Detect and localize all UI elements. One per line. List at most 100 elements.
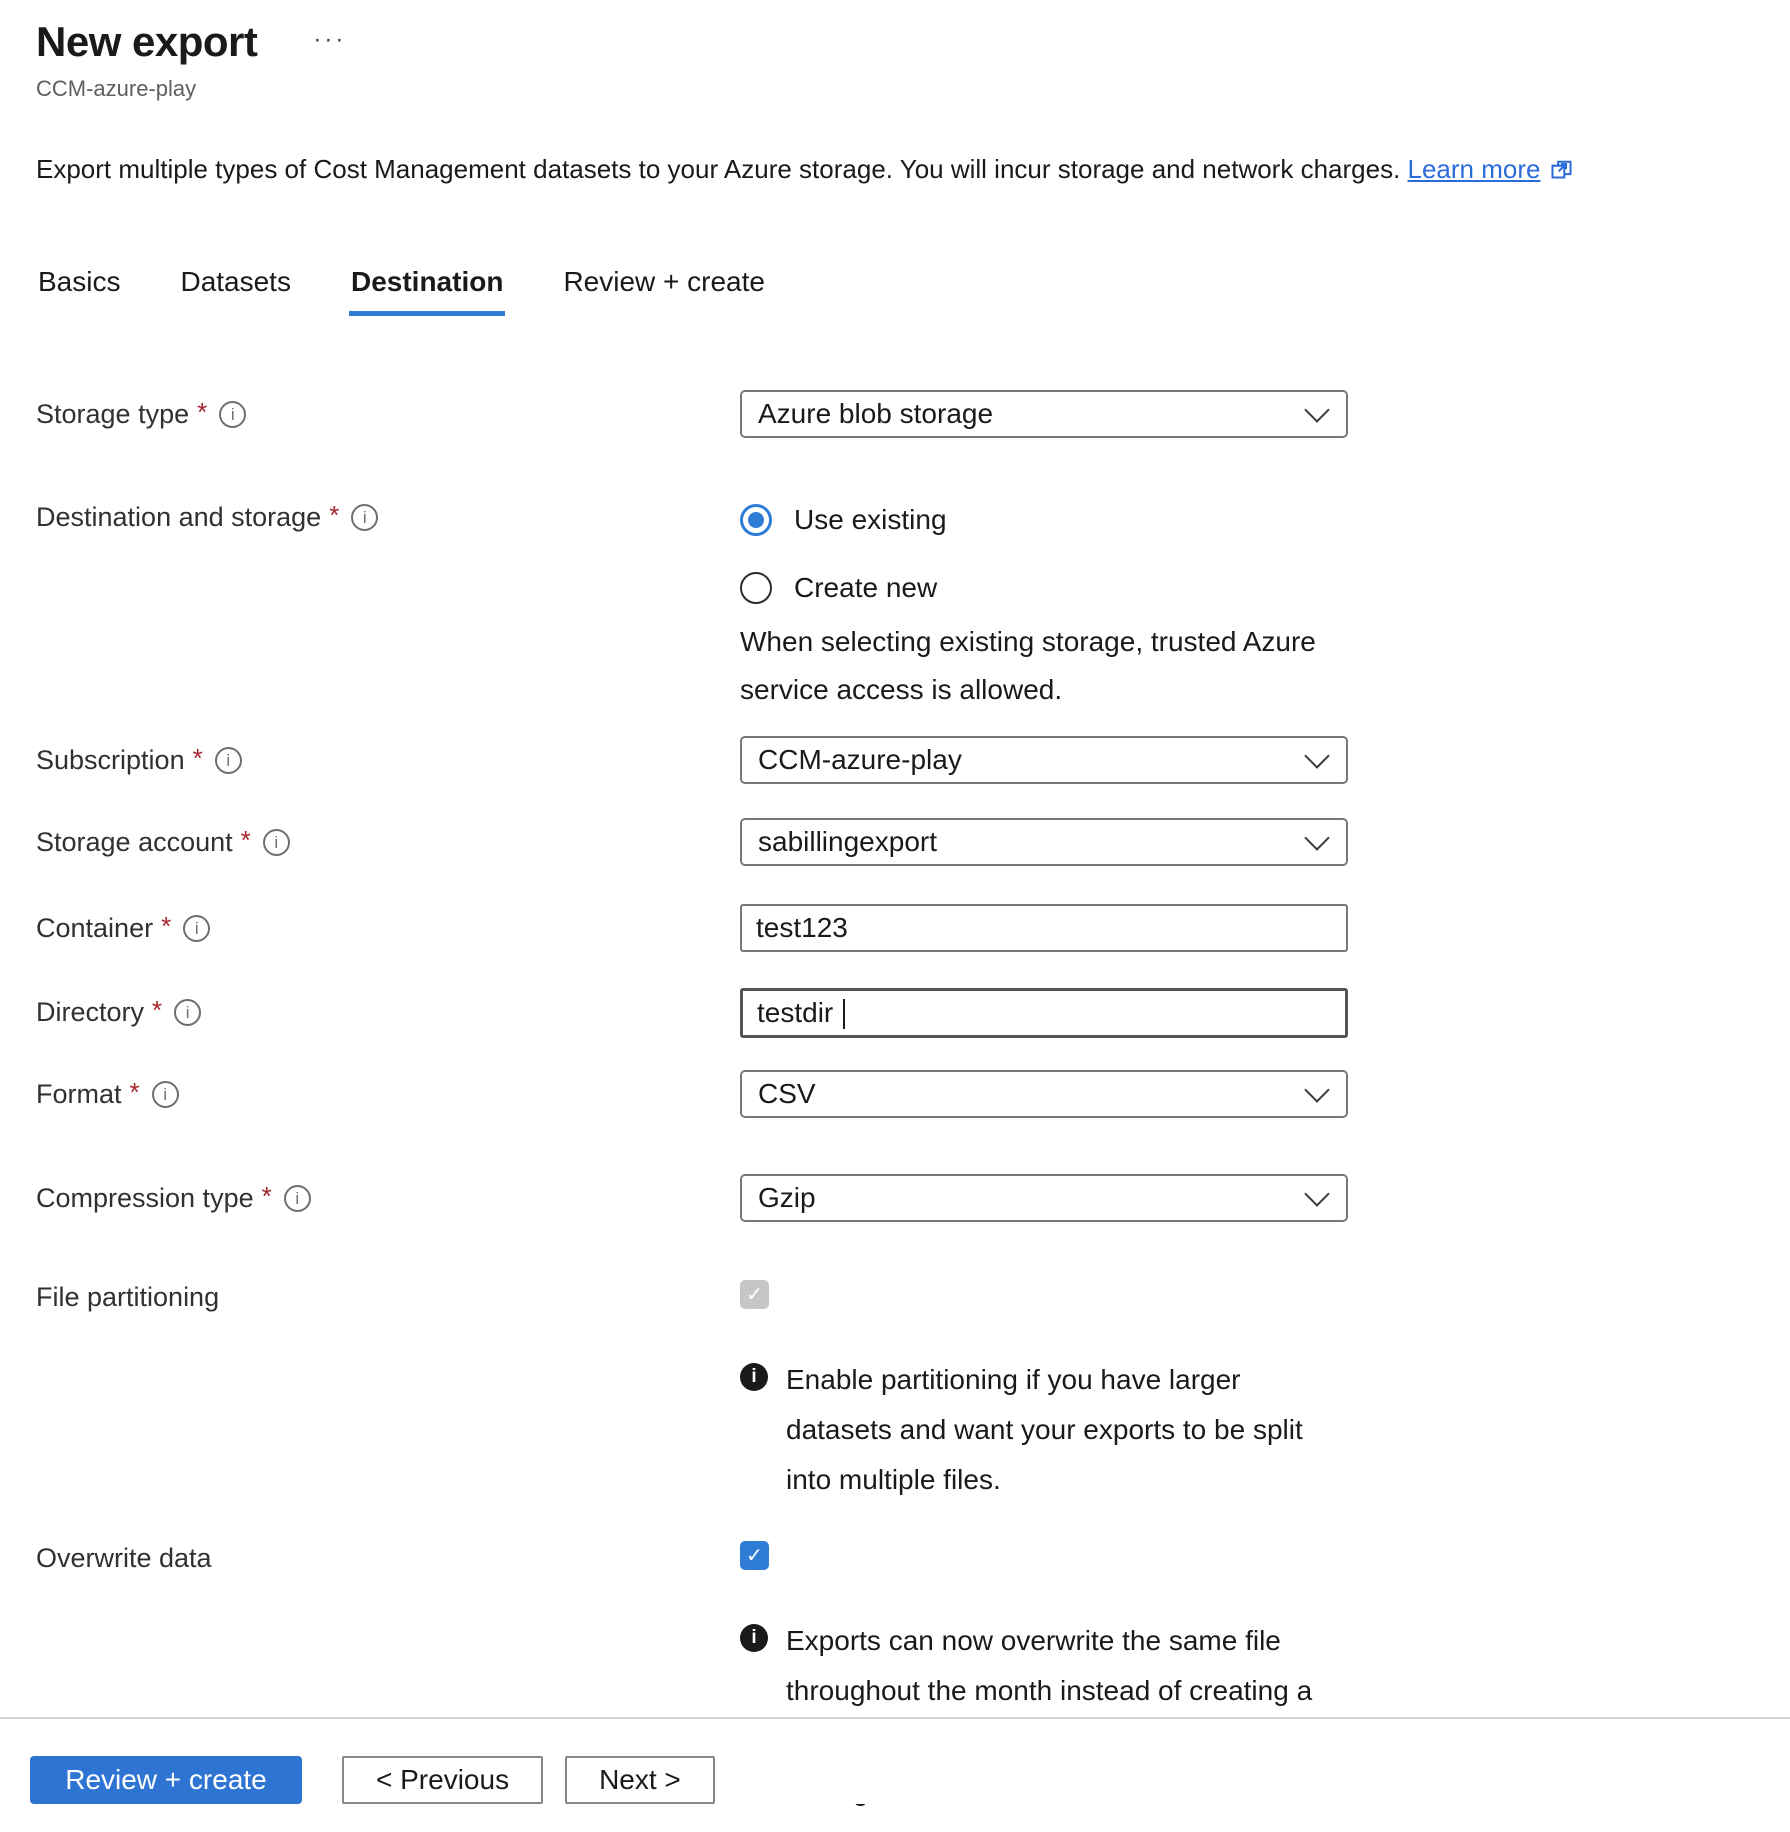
dropdown-value: sabillingexport <box>758 826 937 858</box>
description-text: Export multiple types of Cost Management… <box>36 154 1408 184</box>
field-label: Subscription <box>36 745 185 776</box>
radio-label: Create new <box>794 572 937 604</box>
ellipsis-icon: ··· <box>313 26 346 53</box>
chevron-down-icon <box>1304 397 1329 422</box>
destination-helper-text: When selecting existing storage, trusted… <box>740 618 1340 714</box>
info-glyph: i <box>231 405 235 425</box>
field-label: Storage account <box>36 827 233 858</box>
more-options-button[interactable]: ··· <box>309 22 350 58</box>
directory-label-group: Directory * i <box>36 988 740 1028</box>
compression-type-dropdown[interactable]: Gzip <box>740 1174 1348 1222</box>
external-link-icon <box>1548 155 1575 190</box>
info-icon[interactable]: i <box>263 829 290 856</box>
subscription-row: Subscription * i CCM-azure-play <box>36 736 1750 784</box>
storage-account-label-group: Storage account * i <box>36 818 740 858</box>
container-label-group: Container * i <box>36 904 740 944</box>
format-row: Format * i CSV <box>36 1070 1750 1118</box>
field-label: Container <box>36 913 153 944</box>
radio-label: Use existing <box>794 504 947 536</box>
review-create-button[interactable]: Review + create <box>30 1756 302 1804</box>
info-icon[interactable]: i <box>174 999 201 1026</box>
radio-create-new[interactable]: Create new <box>740 572 1348 604</box>
file-partitioning-row: File partitioning ✓ i Enable partitionin… <box>36 1280 1750 1505</box>
previous-button[interactable]: < Previous <box>342 1756 543 1804</box>
compression-type-label-group: Compression type * i <box>36 1174 740 1214</box>
directory-input-wrap <box>740 988 1348 1038</box>
required-asterisk: * <box>262 1181 272 1212</box>
tab-destination[interactable]: Destination <box>349 266 505 316</box>
footer-bar: Review + create < Previous Next > <box>0 1717 1790 1804</box>
tab-review-create[interactable]: Review + create <box>561 266 767 316</box>
field-label: Directory <box>36 997 144 1028</box>
required-asterisk: * <box>161 911 171 942</box>
required-asterisk: * <box>197 397 207 428</box>
container-input[interactable] <box>740 904 1348 952</box>
info-icon[interactable]: i <box>152 1081 179 1108</box>
subscription-label-group: Subscription * i <box>36 736 740 776</box>
next-button[interactable]: Next > <box>565 1756 715 1804</box>
info-text: Enable partitioning if you have larger d… <box>786 1355 1330 1505</box>
header: New export ··· <box>36 16 1750 68</box>
tab-datasets[interactable]: Datasets <box>178 266 293 316</box>
active-tab-underline <box>349 311 505 316</box>
radio-unselected-icon <box>740 572 772 604</box>
directory-input[interactable] <box>740 988 1348 1038</box>
info-icon[interactable]: i <box>219 401 246 428</box>
subscription-dropdown[interactable]: CCM-azure-play <box>740 736 1348 784</box>
file-partitioning-checkbox: ✓ <box>740 1280 769 1309</box>
check-icon: ✓ <box>746 1543 763 1568</box>
storage-type-dropdown[interactable]: Azure blob storage <box>740 390 1348 438</box>
tab-label: Basics <box>38 266 120 297</box>
overwrite-data-checkbox[interactable]: ✓ <box>740 1541 769 1570</box>
info-icon[interactable]: i <box>284 1185 311 1212</box>
info-glyph: i <box>186 1003 190 1023</box>
field-label: Destination and storage <box>36 502 321 533</box>
required-asterisk: * <box>130 1077 140 1108</box>
field-label: Format <box>36 1079 122 1110</box>
storage-account-row: Storage account * i sabillingexport <box>36 818 1750 866</box>
required-asterisk: * <box>329 500 339 531</box>
storage-account-dropdown[interactable]: sabillingexport <box>740 818 1348 866</box>
directory-row: Directory * i <box>36 988 1750 1038</box>
destination-storage-options: Use existing Create new When selecting e… <box>740 502 1348 714</box>
info-glyph: i <box>195 919 199 939</box>
container-row: Container * i <box>36 904 1750 952</box>
tab-basics[interactable]: Basics <box>36 266 122 316</box>
info-glyph: i <box>751 1627 756 1649</box>
blade-content: New export ··· CCM-azure-play Export mul… <box>0 0 1790 1816</box>
destination-storage-label-group: Destination and storage * i <box>36 502 740 533</box>
file-partitioning-label-group: File partitioning <box>36 1280 740 1313</box>
info-icon[interactable]: i <box>183 915 210 942</box>
info-glyph: i <box>363 508 367 528</box>
info-icon[interactable]: i <box>351 504 378 531</box>
chevron-down-icon <box>1304 1181 1329 1206</box>
storage-type-row: Storage type * i Azure blob storage <box>36 390 1750 438</box>
info-glyph: i <box>295 1189 299 1209</box>
format-dropdown[interactable]: CSV <box>740 1070 1348 1118</box>
dropdown-value: Gzip <box>758 1182 816 1214</box>
page-title: New export <box>36 16 257 68</box>
info-glyph: i <box>226 751 230 771</box>
chevron-down-icon <box>1304 825 1329 850</box>
info-filled-icon: i <box>740 1624 768 1652</box>
dropdown-value: Azure blob storage <box>758 398 993 430</box>
page-subtitle: CCM-azure-play <box>36 76 1750 102</box>
info-glyph: i <box>163 1085 167 1105</box>
info-glyph: i <box>274 833 278 853</box>
required-asterisk: * <box>193 743 203 774</box>
field-label: Compression type <box>36 1183 254 1214</box>
info-glyph: i <box>751 1366 756 1388</box>
info-filled-icon: i <box>740 1363 768 1391</box>
chevron-down-icon <box>1304 1077 1329 1102</box>
radio-use-existing[interactable]: Use existing <box>740 504 1348 536</box>
learn-more-link[interactable]: Learn more <box>1408 154 1541 184</box>
description: Export multiple types of Cost Management… <box>36 152 1750 190</box>
text-cursor <box>843 999 845 1029</box>
destination-storage-row: Destination and storage * i Use existing… <box>36 502 1750 714</box>
format-label-group: Format * i <box>36 1070 740 1110</box>
field-label: Overwrite data <box>36 1543 212 1574</box>
radio-dot <box>748 512 764 528</box>
radio-selected-icon <box>740 504 772 536</box>
info-icon[interactable]: i <box>215 747 242 774</box>
dropdown-value: CSV <box>758 1078 816 1110</box>
